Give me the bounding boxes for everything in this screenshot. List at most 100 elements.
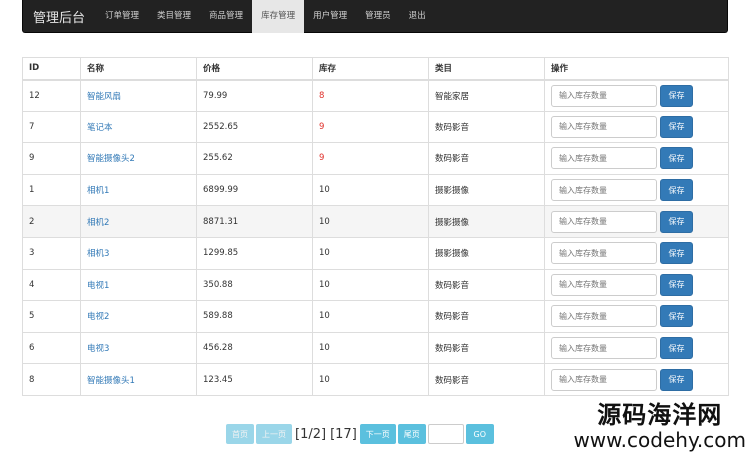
cell-price: 123.45 [196, 363, 313, 396]
header-name: 名称 [80, 57, 197, 81]
cell-name[interactable]: 相机2 [80, 205, 197, 238]
nav-inventory-management[interactable]: 库存管理 [252, 0, 305, 33]
cell-name[interactable]: 智能风扇 [80, 79, 197, 112]
table-row: 4电视1350.8810数码影音 保存 [22, 268, 729, 302]
cell-actions: 保存 [544, 300, 729, 333]
cell-stock: 10 [312, 363, 429, 396]
cell-stock: 10 [312, 268, 429, 302]
cell-id: 5 [22, 300, 81, 333]
cell-price: 6899.99 [196, 173, 313, 207]
cell-id: 12 [22, 79, 81, 112]
table-row: 3相机31299.8510摄影摄像 保存 [22, 236, 729, 270]
stock-quantity-input[interactable] [551, 273, 657, 296]
nav-logout[interactable]: 退出 [400, 0, 435, 33]
save-button[interactable]: 保存 [660, 179, 693, 202]
cell-name[interactable]: 相机3 [80, 236, 197, 270]
save-button[interactable]: 保存 [660, 368, 693, 391]
stock-quantity-input[interactable] [551, 147, 657, 170]
cell-price: 350.88 [196, 268, 313, 302]
page-number-input[interactable] [427, 424, 464, 444]
prev-page-button[interactable]: 上一页 [256, 424, 292, 444]
stock-quantity-input[interactable] [551, 242, 657, 265]
cell-actions: 保存 [544, 110, 729, 144]
stock-form: 保存 [551, 273, 722, 296]
cell-price: 1299.85 [196, 236, 313, 270]
cell-stock: 10 [312, 236, 429, 270]
stock-quantity-input[interactable] [551, 305, 657, 328]
stock-form: 保存 [551, 84, 722, 107]
stock-quantity-input[interactable] [551, 210, 657, 233]
nav-product-management[interactable]: 商品管理 [200, 0, 252, 33]
stock-form: 保存 [551, 368, 722, 391]
cell-category: 智能家居 [428, 79, 545, 112]
save-button[interactable]: 保存 [660, 273, 693, 296]
header-id: ID [22, 57, 81, 81]
cell-stock: 9 [312, 142, 429, 175]
page-indicator: [1/2] [295, 426, 327, 442]
nav-admin[interactable]: 管理员 [356, 0, 400, 33]
stock-quantity-input[interactable] [551, 84, 657, 107]
table-header-row: ID 名称 价格 库存 类目 操作 [22, 57, 729, 81]
cell-id: 3 [22, 236, 81, 270]
nav-user-management[interactable]: 用户管理 [304, 0, 356, 33]
header-price: 价格 [196, 57, 313, 81]
cell-category: 数码影音 [428, 142, 545, 175]
table-row: 12智能风扇79.998智能家居 保存 [22, 79, 729, 112]
cell-category: 数码影音 [428, 110, 545, 144]
watermark: 源码海洋网 www.codehy.com [573, 402, 746, 452]
cell-actions: 保存 [544, 331, 729, 365]
header-actions: 操作 [544, 57, 729, 81]
cell-actions: 保存 [544, 236, 729, 270]
cell-price: 456.28 [196, 331, 313, 365]
save-button[interactable]: 保存 [660, 305, 693, 328]
cell-price: 8871.31 [196, 205, 313, 238]
stock-quantity-input[interactable] [551, 115, 657, 138]
cell-actions: 保存 [544, 79, 729, 112]
nav-order-management[interactable]: 订单管理 [96, 0, 148, 33]
top-navbar: 管理后台 订单管理 类目管理 商品管理 库存管理 用户管理 管理员 退出 [22, 0, 728, 33]
cell-name[interactable]: 电视3 [80, 331, 197, 365]
watermark-url: www.codehy.com [573, 428, 746, 452]
last-page-button[interactable]: 尾页 [397, 424, 426, 444]
cell-id: 7 [22, 110, 81, 144]
cell-name[interactable]: 电视2 [80, 300, 197, 333]
total-count: [17] [330, 426, 357, 442]
cell-actions: 保存 [544, 142, 729, 175]
stock-quantity-input[interactable] [551, 337, 657, 360]
stock-quantity-input[interactable] [551, 368, 657, 391]
save-button[interactable]: 保存 [660, 210, 693, 233]
save-button[interactable]: 保存 [660, 115, 693, 138]
cell-category: 数码影音 [428, 300, 545, 333]
table-row: 7笔记本2552.659数码影音 保存 [22, 110, 729, 144]
stock-form: 保存 [551, 210, 722, 233]
save-button[interactable]: 保存 [660, 337, 693, 360]
cell-id: 9 [22, 142, 81, 175]
go-button[interactable]: GO [465, 424, 494, 444]
cell-name[interactable]: 智能摄像头1 [80, 363, 197, 396]
cell-category: 摄影摄像 [428, 236, 545, 270]
cell-stock: 10 [312, 300, 429, 333]
cell-name[interactable]: 相机1 [80, 173, 197, 207]
cell-stock: 10 [312, 331, 429, 365]
stock-form: 保存 [551, 179, 722, 202]
save-button[interactable]: 保存 [660, 242, 693, 265]
next-page-button[interactable]: 下一页 [359, 424, 396, 444]
header-category: 类目 [428, 57, 545, 81]
cell-id: 8 [22, 363, 81, 396]
cell-actions: 保存 [544, 205, 729, 238]
stock-form: 保存 [551, 242, 722, 265]
nav-category-management[interactable]: 类目管理 [148, 0, 200, 33]
cell-actions: 保存 [544, 173, 729, 207]
header-stock: 库存 [312, 57, 429, 81]
table-row: 1相机16899.9910摄影摄像 保存 [22, 173, 729, 207]
cell-name[interactable]: 笔记本 [80, 110, 197, 144]
first-page-button[interactable]: 首页 [226, 424, 254, 444]
stock-quantity-input[interactable] [551, 179, 657, 202]
save-button[interactable]: 保存 [660, 84, 693, 107]
inventory-table: ID 名称 价格 库存 类目 操作 12智能风扇79.998智能家居保存7笔记本… [22, 57, 729, 396]
brand-title[interactable]: 管理后台 [23, 7, 96, 26]
cell-name[interactable]: 智能摄像头2 [80, 142, 197, 175]
cell-name[interactable]: 电视1 [80, 268, 197, 302]
cell-price: 2552.65 [196, 110, 313, 144]
save-button[interactable]: 保存 [660, 147, 693, 170]
